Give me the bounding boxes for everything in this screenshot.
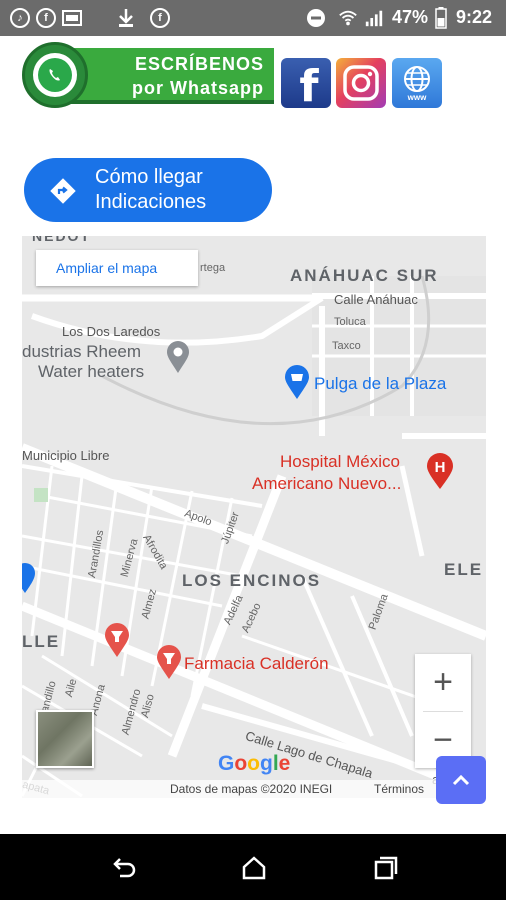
street-label-ortega: rtega (200, 262, 226, 274)
www-label: www (407, 93, 427, 102)
street-label-municipio-libre: Municipio Libre (22, 448, 110, 463)
satellite-toggle[interactable] (36, 710, 94, 768)
area-label-ele: ELE (444, 560, 484, 579)
street-label-los-dos-laredos: Los Dos Laredos (62, 324, 161, 339)
chevron-up-icon (452, 774, 470, 786)
navigation-bar (0, 834, 506, 900)
whatsapp-banner-panel: ESCRÍBENOS por Whatsapp (62, 48, 274, 104)
map-view[interactable]: ANÁHUAC SUR LOS ENCINOS ELE LLE NEDOT Ca… (22, 236, 486, 798)
battery-icon (434, 7, 448, 29)
street-label-taxco: Taxco (332, 340, 361, 352)
zoom-controls: + − (415, 654, 471, 768)
instagram-button[interactable] (336, 58, 386, 108)
poi-label-farmacia[interactable]: Farmacia Calderón (184, 654, 329, 674)
do-not-disturb-icon (306, 8, 326, 28)
download-icon (116, 8, 136, 28)
map-attribution: Datos de mapas ©2020 INEGI Términos (22, 780, 486, 798)
globe-www-icon: www (404, 66, 430, 102)
poi-label-rheem-sub: Water heaters (38, 362, 145, 381)
directions-label-title: Cómo llegar (95, 166, 203, 188)
back-icon[interactable] (110, 854, 138, 882)
street-label-toluca: Toluca (334, 316, 366, 328)
signal-icon (364, 8, 384, 28)
expand-map-label: Ampliar el mapa (56, 260, 158, 276)
status-bar: ♪ f f 47% 9:22 (0, 0, 506, 36)
terms-link[interactable]: Términos (374, 782, 424, 796)
directions-label-subtitle: Indicaciones (95, 191, 207, 213)
svg-text:H: H (435, 459, 446, 476)
hospital-pin-icon[interactable]: H (426, 452, 454, 490)
area-label-nedot: NEDOT (32, 236, 91, 244)
clock: 9:22 (456, 7, 493, 27)
shopping-pin-icon[interactable] (284, 364, 310, 400)
directions-icon (50, 178, 76, 204)
poi-label-pulga[interactable]: Pulga de la Plaza (314, 374, 446, 394)
pharmacy-pin-icon[interactable] (104, 622, 130, 658)
zoom-in-button[interactable]: + (415, 654, 471, 710)
street-label-calle-anahuac: Calle Anáhuac (334, 292, 418, 307)
instagram-icon (343, 65, 379, 101)
facebook-icon: f (150, 8, 170, 28)
poi-label-rheem: dustrias Rheem (22, 342, 142, 361)
poi-label-hospital[interactable]: Hospital México (280, 452, 400, 472)
map-data-credit: Datos de mapas ©2020 INEGI (170, 782, 333, 796)
whatsapp-line2: por Whatsapp (132, 78, 264, 98)
gallery-icon (62, 8, 82, 28)
whatsapp-line1: ESCRÍBENOS (134, 54, 264, 74)
map-pin-icon[interactable] (166, 340, 190, 374)
facebook-icon: f (36, 8, 56, 28)
directions-button[interactable]: Cómo llegar Indicaciones (24, 158, 272, 222)
facebook-icon: f (299, 60, 319, 112)
pharmacy-pin-icon[interactable] (156, 644, 182, 680)
shopping-pin-icon[interactable] (22, 562, 36, 594)
area-label-lle: LLE (22, 632, 61, 651)
whatsapp-banner[interactable]: ESCRÍBENOS por Whatsapp (22, 42, 274, 108)
facebook-button[interactable]: f (281, 58, 331, 112)
area-label-los-encinos: LOS ENCINOS (182, 571, 322, 590)
area-label-anahuac-sur: ANÁHUAC SUR (290, 266, 439, 285)
website-button[interactable]: www (392, 58, 442, 108)
expand-map-button[interactable]: Ampliar el mapa (36, 250, 198, 286)
battery-percent: 47% (392, 7, 429, 27)
google-logo: Google (218, 752, 291, 775)
home-icon[interactable] (240, 854, 268, 882)
recent-apps-icon[interactable] (372, 854, 400, 882)
tiktok-icon: ♪ (10, 8, 30, 28)
scroll-to-top-button[interactable] (436, 756, 486, 804)
wifi-icon (338, 8, 358, 28)
whatsapp-icon (22, 42, 88, 108)
poi-label-hospital-sub[interactable]: Americano Nuevo... (252, 474, 401, 494)
